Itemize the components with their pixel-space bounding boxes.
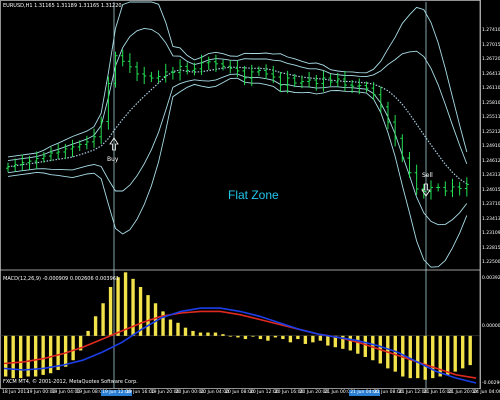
macd-bar xyxy=(33,335,38,377)
macd-bar xyxy=(281,335,285,340)
macd-bar xyxy=(243,335,248,340)
macd-bar xyxy=(213,332,218,336)
macd-bar xyxy=(123,272,128,336)
time-axis-label: 24 Jun 04:00 xyxy=(473,390,500,395)
macd-bar xyxy=(296,335,300,340)
macd-bar xyxy=(326,335,330,346)
price-axis-label: 1.24015 xyxy=(482,187,500,193)
macd-bar xyxy=(71,335,75,361)
macd-bar xyxy=(416,335,420,379)
price-axis-label: 1.24313 xyxy=(482,173,500,178)
macd-bar xyxy=(258,335,263,340)
price-axis-label: 1.23710 xyxy=(482,202,500,207)
macd-bar xyxy=(56,335,60,370)
macd-bar xyxy=(198,332,203,336)
flat-zone-label: Flat Zone xyxy=(228,188,279,202)
macd-axis-label: 0.003920 xyxy=(482,276,500,281)
macd-bar xyxy=(221,334,225,336)
sell-label: Sell xyxy=(422,172,433,179)
macd-bar xyxy=(228,335,233,337)
time-axis-label: 18 Jun 2013 xyxy=(2,390,30,395)
macd-bar xyxy=(236,335,240,338)
macd-bar xyxy=(86,330,90,336)
price-axis-label: 1.22815 xyxy=(482,245,500,251)
macd-bar xyxy=(446,335,450,375)
macd-bar xyxy=(63,335,68,367)
macd-bar xyxy=(431,335,435,379)
macd-bar xyxy=(108,286,113,336)
macd-bar xyxy=(266,335,270,341)
macd-bar xyxy=(251,335,255,337)
price-axis-label: 1.27015 xyxy=(482,42,500,48)
outer-lower-band xyxy=(7,77,468,268)
copyright-text: FXCM MT4, © 2001-2012, MetaQuotes Softwa… xyxy=(3,379,138,385)
macd-bar xyxy=(363,335,367,357)
macd-bar xyxy=(11,335,15,379)
macd-bar xyxy=(146,295,150,336)
macd-bar xyxy=(288,335,293,343)
price-axis-label: 1.26413 xyxy=(482,71,500,77)
macd-bar xyxy=(183,327,188,336)
macd-bar xyxy=(101,303,105,336)
bollinger-bands xyxy=(7,1,468,268)
inner-lower-band xyxy=(7,73,468,226)
macd-bar xyxy=(453,335,457,372)
macd-bar xyxy=(93,316,98,336)
outer-upper-band xyxy=(7,1,468,158)
macd-bar xyxy=(423,335,427,380)
macd-bar xyxy=(273,335,278,338)
price-axis-label: 1.25212 xyxy=(482,129,500,135)
macd-bar xyxy=(348,335,353,351)
macd-bar xyxy=(4,335,8,377)
macd-bar xyxy=(206,332,210,336)
macd-bar xyxy=(303,335,308,344)
price-axis-label: 1.23413 xyxy=(482,216,500,222)
macd-histogram xyxy=(4,272,472,380)
macd-bar xyxy=(191,330,195,336)
macd-bar xyxy=(311,335,315,343)
price-axis-label: 1.24612 xyxy=(482,158,500,164)
macd-bar xyxy=(356,335,360,354)
macd-bar xyxy=(153,303,158,336)
macd-bar xyxy=(168,319,173,336)
price-axis-label: 1.27410 xyxy=(482,28,500,33)
buy-label: Buy xyxy=(107,156,119,163)
price-axis-label: 1.25810 xyxy=(482,100,500,106)
macd-bar xyxy=(176,322,180,336)
macd-bar xyxy=(18,335,23,379)
macd-axis-label: -0.002960 xyxy=(482,381,500,386)
price-axis-label: 1.26110 xyxy=(482,86,500,91)
macd-axis-label: 0.000000 xyxy=(482,324,500,329)
price-axis-label: 1.25511 xyxy=(482,115,500,120)
macd-bar xyxy=(461,335,465,369)
macd-bar xyxy=(468,335,472,366)
price-axis-label: 1.24910 xyxy=(482,144,500,149)
macd-bar xyxy=(408,335,412,379)
price-axis-label: 1.23109 xyxy=(482,231,500,236)
chart-header: EURUSD,H1 1.31165 1.31189 1.31165 1.3122… xyxy=(3,3,122,9)
macd-bar xyxy=(116,277,120,336)
indicator-header: MACD(12,26,9) -0.000909 0.002606 0.00396… xyxy=(3,276,120,282)
macd-bar xyxy=(318,335,323,341)
price-axis-label: 1.26720 xyxy=(482,57,500,62)
price-axis-label: 1.22500 xyxy=(482,260,500,265)
